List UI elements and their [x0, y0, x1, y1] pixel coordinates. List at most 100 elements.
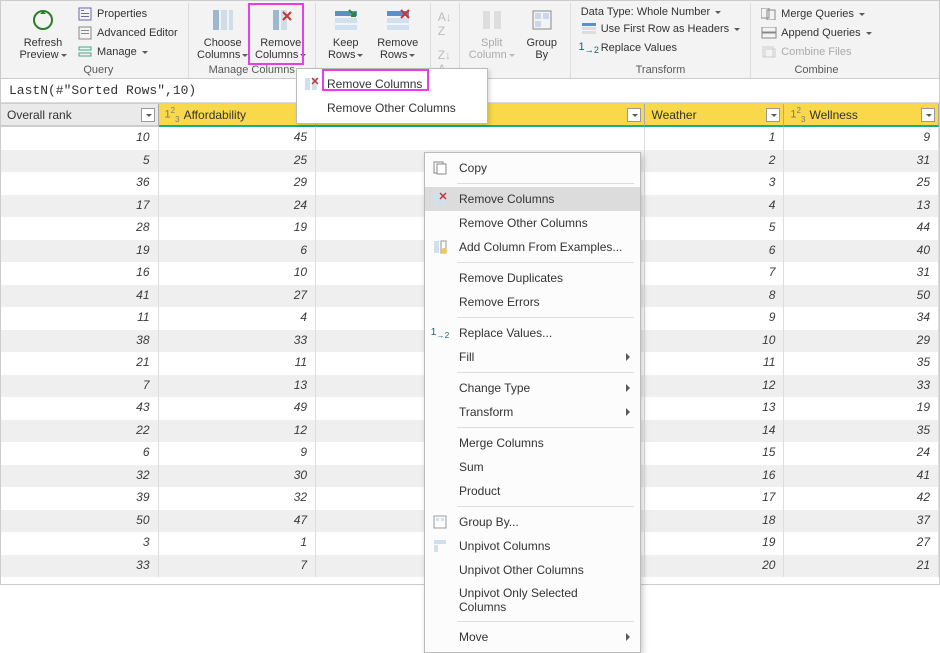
dropdown-remove-other-columns[interactable]: Remove Other Columns — [297, 96, 487, 120]
table-cell[interactable]: 9 — [159, 442, 317, 465]
table-cell[interactable]: 31 — [784, 150, 939, 173]
advanced-editor-button[interactable]: Advanced Editor — [73, 24, 182, 42]
table-cell[interactable]: 40 — [784, 240, 939, 263]
table-cell[interactable]: 11 — [1, 307, 159, 330]
table-cell[interactable]: 3 — [1, 532, 159, 555]
table-cell[interactable]: 16 — [1, 262, 159, 285]
table-cell[interactable]: 41 — [784, 465, 939, 488]
table-cell[interactable]: 21 — [1, 352, 159, 375]
manage-button[interactable]: Manage — [73, 43, 182, 61]
table-cell[interactable]: 11 — [645, 352, 784, 375]
table-cell[interactable]: 7 — [645, 262, 784, 285]
col-header-weather[interactable]: Weather — [645, 104, 784, 127]
sort-asc-button[interactable]: A↓Z — [435, 7, 455, 41]
table-cell[interactable]: 35 — [784, 352, 939, 375]
table-cell[interactable]: 16 — [645, 465, 784, 488]
cm-remove-columns[interactable]: Remove Columns — [425, 187, 640, 211]
table-cell[interactable]: 27 — [784, 532, 939, 555]
table-cell[interactable]: 50 — [784, 285, 939, 308]
table-cell[interactable]: 15 — [645, 442, 784, 465]
cm-group-by[interactable]: Group By... — [425, 510, 640, 534]
table-cell[interactable]: 9 — [645, 307, 784, 330]
cm-unpivot-only-selected[interactable]: Unpivot Only Selected Columns — [425, 582, 640, 618]
table-cell[interactable]: 50 — [1, 510, 159, 533]
merge-queries-button[interactable]: Merge Queries — [757, 5, 876, 23]
cm-remove-other-columns[interactable]: Remove Other Columns — [425, 211, 640, 235]
table-cell[interactable]: 31 — [784, 262, 939, 285]
table-cell[interactable]: 11 — [159, 352, 317, 375]
choose-columns-button[interactable]: Choose Columns — [195, 3, 251, 63]
filter-button[interactable] — [766, 108, 780, 122]
remove-rows-button[interactable]: Remove Rows — [372, 3, 424, 63]
table-cell[interactable]: 14 — [645, 420, 784, 443]
group-by-button[interactable]: Group By — [520, 3, 564, 63]
table-cell[interactable]: 38 — [1, 330, 159, 353]
filter-button[interactable] — [921, 108, 935, 122]
properties-button[interactable]: Properties — [73, 5, 182, 23]
table-cell[interactable]: 13 — [645, 397, 784, 420]
table-cell[interactable]: 24 — [784, 442, 939, 465]
replace-values-button[interactable]: 1→2 Replace Values — [577, 39, 744, 57]
table-cell[interactable]: 44 — [784, 217, 939, 240]
table-cell[interactable]: 13 — [159, 375, 317, 398]
col-header-wellness[interactable]: 123 Wellness — [784, 104, 939, 127]
table-cell[interactable]: 6 — [159, 240, 317, 263]
table-cell[interactable]: 29 — [784, 330, 939, 353]
table-cell[interactable]: 9 — [784, 127, 939, 150]
cm-remove-duplicates[interactable]: Remove Duplicates — [425, 266, 640, 290]
cm-replace-values[interactable]: 1→2 Replace Values... — [425, 321, 640, 345]
table-cell[interactable]: 33 — [784, 375, 939, 398]
cm-unpivot-columns[interactable]: Unpivot Columns — [425, 534, 640, 558]
table-cell[interactable]: 5 — [1, 150, 159, 173]
table-cell[interactable]: 7 — [159, 555, 317, 578]
table-cell[interactable]: 22 — [1, 420, 159, 443]
table-cell[interactable]: 4 — [159, 307, 317, 330]
table-cell[interactable]: 17 — [645, 487, 784, 510]
table-cell[interactable]: 6 — [645, 240, 784, 263]
append-queries-button[interactable]: Append Queries — [757, 24, 876, 42]
table-cell[interactable]: 2 — [645, 150, 784, 173]
table-cell[interactable]: 12 — [159, 420, 317, 443]
table-cell[interactable]: 29 — [159, 172, 317, 195]
table-cell[interactable]: 42 — [784, 487, 939, 510]
table-cell[interactable]: 1 — [645, 127, 784, 150]
table-cell[interactable]: 35 — [784, 420, 939, 443]
table-cell[interactable]: 39 — [1, 487, 159, 510]
table-cell[interactable]: 25 — [784, 172, 939, 195]
table-row[interactable]: 1045 19 — [1, 127, 939, 150]
table-cell[interactable]: 49 — [159, 397, 317, 420]
table-cell[interactable]: 32 — [1, 465, 159, 488]
cm-merge-columns[interactable]: Merge Columns — [425, 431, 640, 455]
keep-rows-button[interactable]: Keep Rows — [322, 3, 370, 63]
table-cell[interactable]: 10 — [1, 127, 159, 150]
cm-add-column-from-examples[interactable]: Add Column From Examples... — [425, 235, 640, 259]
table-cell[interactable]: 13 — [784, 195, 939, 218]
table-cell[interactable]: 10 — [159, 262, 317, 285]
table-cell[interactable]: 21 — [784, 555, 939, 578]
table-cell[interactable]: 5 — [645, 217, 784, 240]
table-cell[interactable]: 12 — [645, 375, 784, 398]
table-cell[interactable]: 32 — [159, 487, 317, 510]
table-cell[interactable]: 45 — [159, 127, 317, 150]
table-cell[interactable]: 27 — [159, 285, 317, 308]
table-cell[interactable]: 10 — [645, 330, 784, 353]
table-cell[interactable]: 19 — [159, 217, 317, 240]
col-header-overall-rank[interactable]: Overall rank — [1, 104, 159, 127]
table-cell[interactable]: 34 — [784, 307, 939, 330]
table-cell[interactable]: 37 — [784, 510, 939, 533]
table-cell[interactable]: 36 — [1, 172, 159, 195]
cm-fill[interactable]: Fill — [425, 345, 640, 369]
table-cell[interactable]: 30 — [159, 465, 317, 488]
filter-button[interactable] — [627, 108, 641, 122]
table-cell[interactable]: 47 — [159, 510, 317, 533]
table-cell[interactable]: 7 — [1, 375, 159, 398]
table-cell[interactable]: 25 — [159, 150, 317, 173]
table-cell[interactable] — [316, 127, 645, 150]
combine-files-button[interactable]: Combine Files — [757, 43, 876, 61]
table-cell[interactable]: 8 — [645, 285, 784, 308]
cm-remove-errors[interactable]: Remove Errors — [425, 290, 640, 314]
cm-unpivot-other-columns[interactable]: Unpivot Other Columns — [425, 558, 640, 582]
table-cell[interactable]: 33 — [1, 555, 159, 578]
refresh-preview-button[interactable]: Refresh Preview — [15, 3, 71, 63]
cm-transform[interactable]: Transform — [425, 400, 640, 424]
